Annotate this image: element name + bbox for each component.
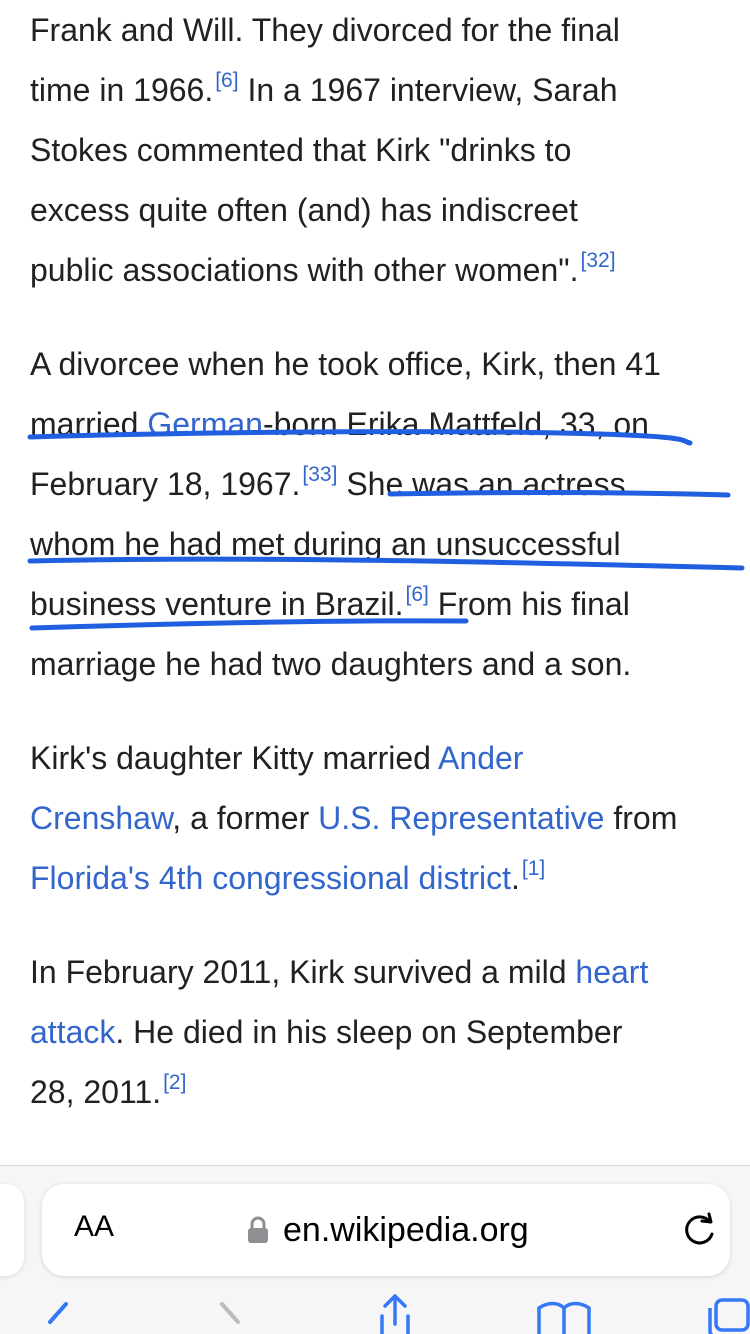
citation-link[interactable]: [6]: [215, 69, 238, 92]
text: business venture in Brazil.: [30, 586, 404, 622]
citation-link[interactable]: [2]: [163, 1071, 186, 1094]
previous-tab-preview[interactable]: [0, 1184, 24, 1276]
citation-link[interactable]: [6]: [406, 583, 429, 606]
bookmarks-icon[interactable]: [536, 1298, 592, 1334]
article-body: Frank and Will. They divorced for the fi…: [30, 0, 750, 1122]
link-german[interactable]: German: [147, 406, 263, 442]
text: married: [30, 406, 148, 442]
citation-link[interactable]: [1]: [522, 857, 545, 880]
url-field[interactable]: en.wikipedia.org: [247, 1206, 529, 1254]
link-heart-attack[interactable]: attack: [30, 1014, 115, 1050]
text-size-label: AA: [74, 1210, 115, 1243]
text: -born Erika Mattfeld, 33, on: [262, 406, 649, 442]
url-text: en.wikipedia.org: [283, 1210, 529, 1249]
link-heart-attack[interactable]: heart: [575, 954, 648, 990]
text: A divorcee when he took office, Kirk, th…: [30, 346, 661, 382]
back-icon[interactable]: [44, 1302, 70, 1334]
text: public associations with other women".: [30, 252, 579, 288]
link-ander-crenshaw[interactable]: Ander: [438, 740, 523, 776]
forward-icon[interactable]: [218, 1302, 244, 1334]
link-florida-district[interactable]: Florida's 4th congressional district: [30, 860, 511, 896]
text: marriage he had two daughters and a son.: [30, 646, 632, 682]
tabs-icon[interactable]: [704, 1298, 750, 1334]
lock-icon: [248, 1216, 268, 1243]
browser-bottom-bar: AA en.wikipedia.org: [0, 1165, 750, 1334]
text: time in 1966.: [30, 72, 214, 108]
text: February 18, 1967.: [30, 466, 301, 502]
address-bar[interactable]: AA en.wikipedia.org: [42, 1184, 730, 1276]
reload-icon[interactable]: [682, 1212, 718, 1248]
paragraph-3: Kirk's daughter Kitty married Ander Cren…: [30, 728, 750, 908]
text: She was an actress: [337, 466, 626, 502]
text: In a 1967 interview, Sarah: [238, 72, 618, 108]
text: Stokes commented that Kirk "drinks to: [30, 132, 572, 168]
citation-link[interactable]: [33]: [302, 463, 337, 486]
paragraph-2: A divorcee when he took office, Kirk, th…: [30, 334, 750, 694]
text: Kirk's daughter Kitty married: [30, 740, 439, 776]
text: 28, 2011.: [30, 1074, 162, 1110]
text: excess quite often (and) has indiscreet: [30, 192, 578, 228]
browser-toolbar: [0, 1294, 750, 1334]
text: From his final: [428, 586, 630, 622]
text: In February 2011, Kirk survived a mild: [30, 954, 576, 990]
citation-link[interactable]: [32]: [581, 249, 616, 272]
link-ander-crenshaw[interactable]: Crenshaw: [30, 800, 172, 836]
text: Frank and Will. They divorced for the fi…: [30, 12, 620, 48]
share-icon[interactable]: [372, 1294, 418, 1334]
text: from: [604, 800, 678, 836]
text-size-button[interactable]: AA: [74, 1210, 114, 1244]
text: whom he had met during an unsuccessful: [30, 526, 621, 562]
text: . He died in his sleep on September: [115, 1014, 623, 1050]
link-us-representative[interactable]: U.S. Representative: [318, 800, 604, 836]
paragraph-4: In February 2011, Kirk survived a mild h…: [30, 942, 750, 1122]
text: , a former: [172, 800, 319, 836]
text: .: [510, 860, 520, 896]
paragraph-1: Frank and Will. They divorced for the fi…: [30, 0, 750, 300]
